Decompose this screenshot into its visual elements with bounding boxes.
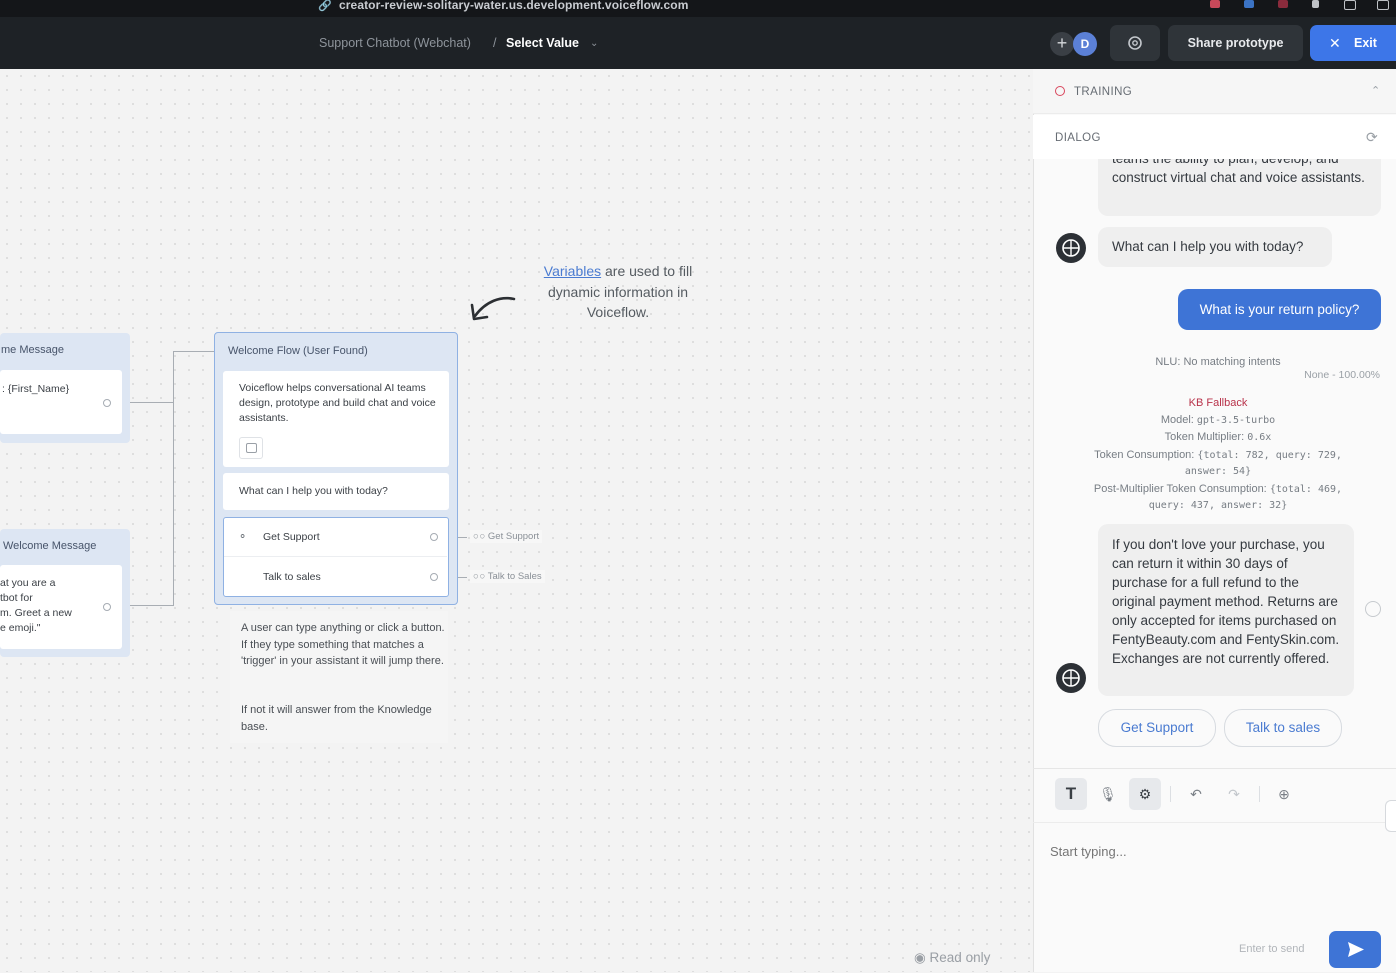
add-icon[interactable]: ⊕ [1268, 778, 1300, 810]
flow-canvas[interactable] [0, 69, 1033, 972]
variables-annotation: Variables are used to fill dynamic infor… [543, 263, 693, 320]
send-button[interactable] [1329, 931, 1381, 968]
close-icon: ✕ [1329, 35, 1341, 51]
send-hint: Enter to send [1239, 943, 1305, 955]
training-label: TRAINING [1074, 86, 1133, 98]
redo-icon[interactable]: ↷ [1218, 778, 1250, 810]
step-text: : {First_Name} [2, 383, 70, 395]
breadcrumb-project[interactable]: Support Chatbot (Webchat) [319, 36, 471, 50]
sticky-note[interactable]: A user can type anything or click a butt… [230, 611, 448, 743]
browser-url-bar: 🔗 creator-review-solitary-water.us.devel… [0, 0, 1396, 17]
breadcrumb-current[interactable]: Select Value [506, 36, 579, 50]
eye-icon: ◉ [914, 950, 926, 965]
connector-line [173, 351, 174, 606]
feedback-icon[interactable] [1365, 601, 1381, 617]
divider [1259, 786, 1260, 802]
arrow-icon [470, 296, 516, 321]
user-message: What is your return policy? [1178, 289, 1381, 330]
note-paragraph: If not it will answer from the Knowledge… [241, 704, 432, 733]
connector-line [173, 351, 214, 352]
left-node-welcome-message[interactable]: Welcome Message at you are a tbot for m.… [0, 529, 130, 657]
edge-label-get-support[interactable]: ○ ○ Get Support [470, 530, 543, 543]
nlu-score: None - 100.00% [1304, 369, 1380, 381]
node-step[interactable]: at you are a tbot for m. Greet a new e e… [0, 565, 122, 649]
step-text: What can I help you with today? [239, 485, 388, 497]
step-text: at you are a tbot for m. Greet a new e e… [0, 577, 72, 634]
chevron-down-icon[interactable]: ⌄ [590, 38, 598, 49]
chevron-up-icon[interactable]: ⌃ [1371, 84, 1381, 97]
debug-mode-icon[interactable]: ⚙ [1129, 778, 1161, 810]
main-flow-node[interactable]: Welcome Flow (User Found) Voiceflow help… [214, 332, 458, 605]
output-port[interactable] [430, 533, 438, 541]
connector-line [124, 605, 174, 606]
divider [1033, 822, 1396, 823]
divider [1170, 786, 1171, 802]
undo-icon[interactable]: ↶ [1180, 778, 1212, 810]
extension-icon[interactable] [1312, 0, 1319, 8]
dialog-header: DIALOG ⟳ [1033, 115, 1396, 159]
message-step[interactable]: Voiceflow helps conversational AI teams … [223, 371, 449, 467]
extension-icon[interactable] [1278, 0, 1288, 8]
app-top-bar: Support Chatbot (Webchat) / Select Value… [0, 17, 1396, 69]
read-only-indicator: ◉ Read only [914, 950, 991, 965]
choice-get-support-button[interactable]: Get Support [1098, 709, 1216, 747]
node-title: Welcome Flow (User Found) [228, 345, 368, 357]
chat-input[interactable] [1048, 835, 1372, 867]
kb-fallback-debug: KB Fallback Model: gpt-3.5-turbo Token M… [1093, 397, 1343, 511]
bot-avatar [1056, 233, 1086, 263]
refresh-icon[interactable]: ⟳ [1366, 129, 1378, 146]
node-title: me Message [1, 344, 64, 356]
bot-avatar [1056, 663, 1086, 693]
status-circle-icon [1055, 86, 1065, 96]
step-text: Voiceflow helps conversational AI teams … [239, 382, 436, 424]
microphone-icon[interactable]: 🎙 [1092, 778, 1124, 810]
message-step[interactable]: What can I help you with today? [223, 473, 449, 510]
training-header[interactable]: TRAINING ⌃ [1033, 69, 1396, 114]
chat-icon: ⚬ [238, 531, 248, 543]
bot-logo-icon [1062, 239, 1080, 257]
node-title: Welcome Message [3, 540, 97, 552]
choice-talk-to-sales-button[interactable]: Talk to sales [1224, 709, 1342, 747]
sidebar-icon[interactable] [1377, 0, 1389, 10]
add-collaborator-button[interactable]: + [1050, 32, 1074, 56]
exit-button[interactable]: ✕ Exit [1310, 25, 1396, 61]
divider [1033, 768, 1396, 769]
bot-message: teams the ability to plan, develop, and … [1098, 159, 1381, 216]
note-paragraph: A user can type anything or click a butt… [241, 622, 445, 667]
node-step[interactable]: : {First_Name} [0, 370, 122, 434]
divider [224, 556, 447, 557]
connector-line [124, 402, 174, 403]
variables-link[interactable]: Variables [544, 263, 601, 279]
breadcrumb-separator: / [493, 36, 497, 50]
bot-message: What can I help you with today? [1098, 227, 1332, 267]
text-mode-icon[interactable]: T [1055, 778, 1087, 810]
output-port[interactable] [430, 573, 438, 581]
settings-button[interactable] [1110, 25, 1160, 61]
share-prototype-button[interactable]: Share prototype [1168, 25, 1303, 61]
extension-icon[interactable] [1244, 0, 1254, 8]
link-icon: 🔗 [318, 0, 332, 12]
reader-icon[interactable] [1344, 0, 1356, 10]
dialog-label: DIALOG [1055, 132, 1101, 144]
button-choice-talk-to-sales[interactable]: Talk to sales [263, 570, 321, 585]
browser-url[interactable]: creator-review-solitary-water.us.develop… [339, 0, 688, 12]
edge-label-talk-to-sales[interactable]: ○ ○ Talk to Sales [470, 570, 545, 583]
extension-icon[interactable] [1210, 0, 1220, 8]
left-node-welcome[interactable]: me Message : {First_Name} [0, 333, 130, 443]
output-port[interactable] [103, 399, 111, 407]
bot-message: If you don't love your purchase, you can… [1098, 524, 1354, 696]
buttons-step[interactable]: ⚬ Get Support Talk to sales [223, 517, 449, 597]
output-port[interactable] [103, 603, 111, 611]
image-icon[interactable] [239, 437, 263, 459]
gear-icon [1128, 36, 1142, 50]
send-icon [1348, 942, 1364, 957]
collapse-handle[interactable] [1385, 800, 1396, 832]
button-choice-get-support[interactable]: Get Support [263, 530, 320, 545]
bot-logo-icon [1062, 669, 1080, 687]
avatar[interactable]: D [1073, 32, 1097, 56]
